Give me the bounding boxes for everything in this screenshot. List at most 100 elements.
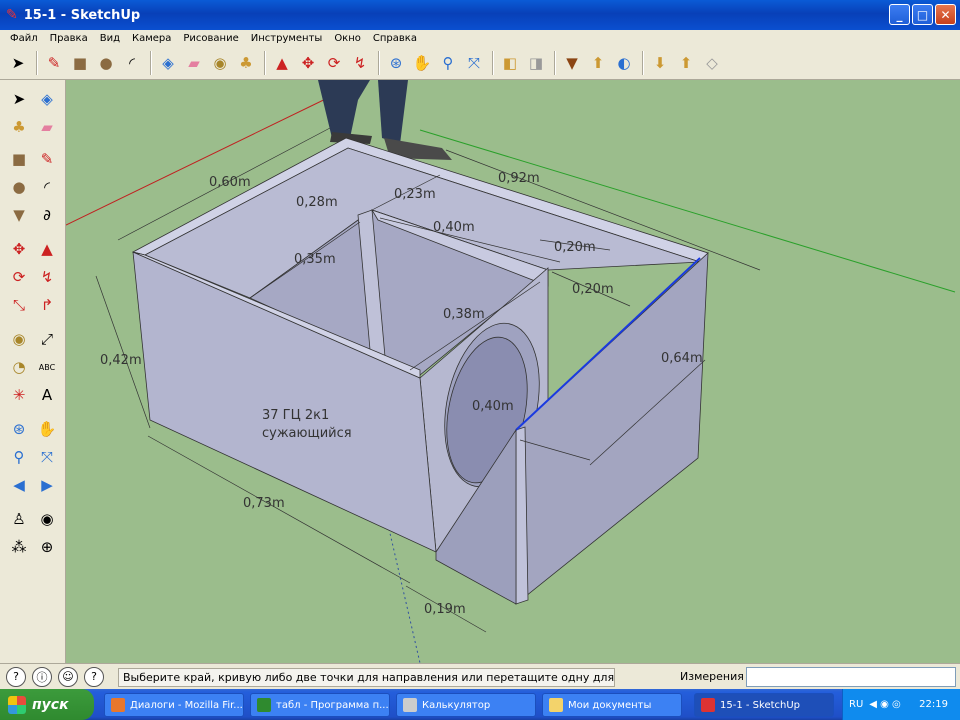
sketchup-icon [701,698,715,712]
dim-label: 0,19m [424,602,466,617]
section-plane-icon[interactable]: ⊕ [34,534,60,560]
push-pull-icon[interactable]: ▲ [34,236,60,262]
share-model-icon[interactable]: ⬆ [586,51,610,75]
circle-icon[interactable]: ● [94,51,118,75]
zoom-icon[interactable]: ⚲ [436,51,460,75]
scale-icon[interactable]: ⤡ [6,292,32,318]
model-viewport[interactable]: 0,60m 0,28m 0,23m 0,92m 0,40m 0,20m 0,35… [66,80,960,663]
clock: 22:19 [919,699,948,710]
tape-measure-icon[interactable]: ◉ [6,326,32,352]
menu-file[interactable]: Файл [4,33,44,44]
maximize-button[interactable]: □ [912,4,933,25]
position-camera-icon[interactable]: ♙ [6,506,32,532]
model-label: сужающийся [262,426,352,441]
pan-icon[interactable]: ✋ [34,416,60,442]
language-indicator[interactable]: RU [849,699,863,710]
status-text: Выберите край, кривую либо две точки для… [118,668,615,687]
task-firefox[interactable]: Диалоги - Mozilla Fir... [104,693,244,717]
measurements-label: Измерения [680,670,744,683]
tape-measure-icon[interactable]: ◉ [208,51,232,75]
paint-bucket-icon[interactable]: ♣ [6,114,32,140]
axes-icon[interactable]: ✳ [6,382,32,408]
previous-icon[interactable]: ◀ [6,472,32,498]
zoom-icon[interactable]: ⚲ [6,444,32,470]
rotate-icon[interactable]: ⟳ [6,264,32,290]
paint-bucket-icon[interactable]: ♣ [234,51,258,75]
3d-text-icon[interactable]: A [34,382,60,408]
instructor-icon[interactable]: ? [84,666,104,687]
menu-window[interactable]: Окно [328,33,367,44]
look-around-icon[interactable]: ◉ [34,506,60,532]
move-icon[interactable]: ✥ [6,236,32,262]
rotate-icon[interactable]: ⟳ [322,51,346,75]
taskbar: пуск Диалоги - Mozilla Fir... табл - Про… [0,689,960,720]
menu-help[interactable]: Справка [367,33,423,44]
get-models-icon[interactable]: ▼ [560,51,584,75]
dim-label: 0,20m [572,282,614,297]
components-icon[interactable]: ⬇ [648,51,672,75]
select-icon[interactable]: ➤ [6,86,32,112]
start-button[interactable]: пуск [0,689,94,720]
pan-icon[interactable]: ✋ [410,51,434,75]
walk-icon[interactable]: ⁂ [6,534,32,560]
offset-icon[interactable]: ↱ [34,292,60,318]
dim-label: 0,20m [554,240,596,255]
measurements-field[interactable] [746,667,956,687]
task-sketchup[interactable]: 15-1 - SketchUp [694,693,834,717]
zoom-extents-icon[interactable]: ▶ [34,472,60,498]
minimize-button[interactable]: _ [889,4,910,25]
dim-label: 0,40m [472,399,514,414]
follow-me-icon[interactable]: ↯ [34,264,60,290]
push-pull-icon[interactable]: ▲ [270,51,294,75]
follow-me-icon[interactable]: ↯ [348,51,372,75]
dim-label: 0,40m [433,220,475,235]
select-icon[interactable]: ➤ [6,51,30,75]
3d-warehouse-icon[interactable]: ◐ [612,51,636,75]
eraser-icon[interactable]: ▰ [34,114,60,140]
task-my-documents[interactable]: Мои документы [542,693,682,717]
polygon-icon[interactable]: ▼ [6,202,32,228]
user-icon[interactable]: ☺ [58,666,78,687]
materials-icon[interactable]: ⬆ [674,51,698,75]
move-icon[interactable]: ✥ [296,51,320,75]
arc-icon[interactable]: ◜ [34,174,60,200]
menu-draw[interactable]: Рисование [177,33,244,44]
task-calculator[interactable]: Калькулятор [396,693,536,717]
orbit-icon[interactable]: ⊛ [6,416,32,442]
credits-icon[interactable]: ⓘ [32,666,52,687]
window-title: 15-1 - SketchUp [23,7,141,23]
make-component-icon[interactable]: ◈ [156,51,180,75]
zoom-window-icon[interactable]: ⤧ [34,444,60,470]
menu-edit[interactable]: Правка [44,33,94,44]
orbit-icon[interactable]: ⊛ [384,51,408,75]
circle-icon[interactable]: ● [6,174,32,200]
rectangle-icon[interactable]: ■ [68,51,92,75]
styles-icon[interactable]: ◇ [700,51,724,75]
firefox-icon [111,698,125,712]
rectangle-icon[interactable]: ■ [6,146,32,172]
dim-label: 0,28m [296,195,338,210]
task-spreadsheet[interactable]: табл - Программа п... [250,693,390,717]
line-icon[interactable]: ✎ [34,146,60,172]
left-toolbar: ➤ ◈ ♣ ▰ ■ ✎ ● ◜ ▼ ∂ ✥ ▲ ⟳ ↯ ⤡ ↱ ◉ ⤢ ◔ AB… [0,80,66,663]
model-canvas[interactable]: 0,60m 0,28m 0,23m 0,92m 0,40m 0,20m 0,35… [66,80,960,663]
make-component-icon[interactable]: ◈ [34,86,60,112]
freehand-icon[interactable]: ∂ [34,202,60,228]
protractor-icon[interactable]: ◔ [6,354,32,380]
text-icon[interactable]: ABC [34,354,60,380]
spreadsheet-icon [257,698,271,712]
eraser-icon[interactable]: ▰ [182,51,206,75]
model-label: 37 ГЦ 2к1 [262,408,329,423]
pencil-icon[interactable]: ✎ [42,51,66,75]
menu-camera[interactable]: Камера [126,33,177,44]
previous-view-icon[interactable]: ◧ [498,51,522,75]
tray-icons[interactable]: ◀ ◉ ◎ [869,699,901,710]
next-view-icon[interactable]: ◨ [524,51,548,75]
zoom-extents-icon[interactable]: ⤧ [462,51,486,75]
menu-view[interactable]: Вид [94,33,126,44]
dimension-icon[interactable]: ⤢ [34,326,60,352]
help-icon[interactable]: ? [6,666,26,687]
close-button[interactable]: ✕ [935,4,956,25]
menu-tools[interactable]: Инструменты [245,33,329,44]
arc-icon[interactable]: ◜ [120,51,144,75]
